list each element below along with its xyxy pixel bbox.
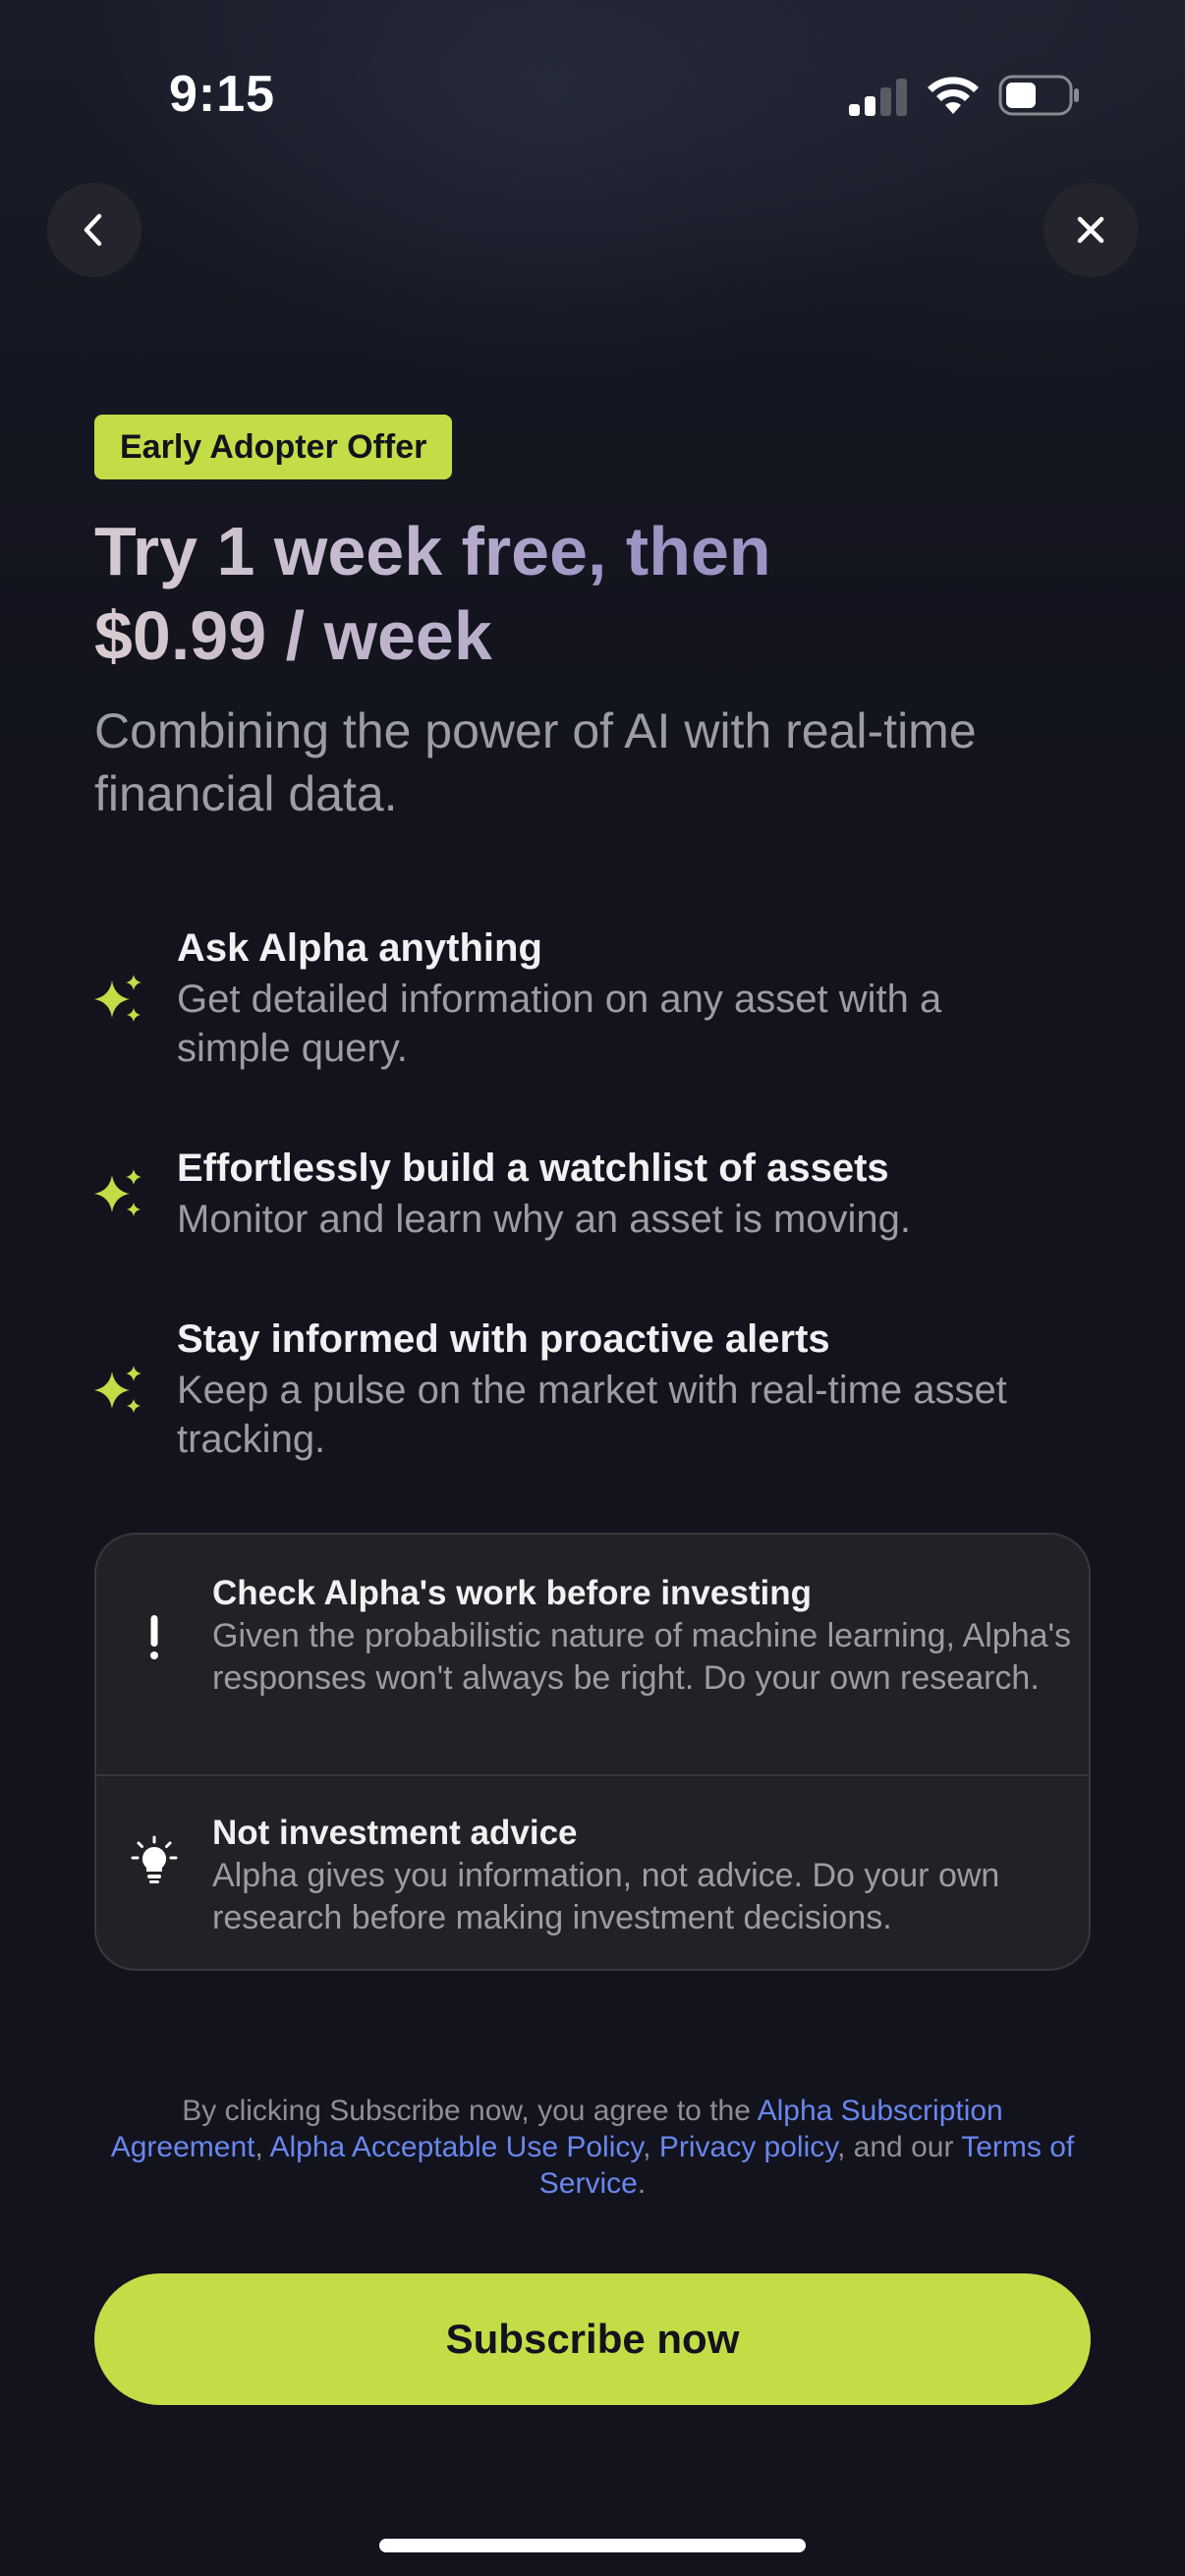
notice-title: Check Alpha's work before investing bbox=[212, 1574, 812, 1612]
status-bar: 9:15 bbox=[0, 0, 1185, 187]
feature-title: Effortlessly build a watchlist of assets bbox=[177, 1147, 889, 1190]
offer-subheadline: Combining the power of AI with real-time… bbox=[94, 703, 977, 821]
feature-description: Get detailed information on any asset wi… bbox=[177, 978, 942, 1070]
acceptable-use-policy-link[interactable]: Alpha Acceptable Use Policy bbox=[270, 2131, 644, 2163]
privacy-policy-link[interactable]: Privacy policy bbox=[659, 2131, 837, 2163]
offer-headline: Try 1 week free, then $0.99 / week bbox=[94, 509, 1077, 678]
headline-line-1: Try 1 week free, then bbox=[94, 513, 771, 589]
legal-suffix: . bbox=[637, 2167, 647, 2200]
feature-description: Keep a pulse on the market with real-tim… bbox=[177, 1369, 1007, 1461]
exclamation-icon bbox=[150, 1615, 158, 1659]
legal-prefix: By clicking Subscribe now, you agree to … bbox=[182, 2095, 758, 2127]
feature-description: Monitor and learn why an asset is moving… bbox=[177, 1198, 912, 1241]
legal-text: By clicking Subscribe now, you agree to … bbox=[108, 2093, 1077, 2202]
legal-separator: , and our bbox=[837, 2131, 962, 2163]
sparkles-icon bbox=[94, 975, 141, 1022]
cellular-signal-icon bbox=[849, 79, 907, 116]
legal-separator: , bbox=[254, 2131, 270, 2163]
feature-title: Ask Alpha anything bbox=[177, 926, 542, 970]
early-adopter-badge: Early Adopter Offer bbox=[94, 415, 453, 479]
home-indicator bbox=[379, 2539, 806, 2552]
disclaimer-card: Check Alpha's work before investing Give… bbox=[94, 1533, 1091, 1971]
feature-title: Stay informed with proactive alerts bbox=[177, 1317, 830, 1361]
notice-title: Not investment advice bbox=[212, 1814, 578, 1852]
subscription-screen: 9:15 Early Adopter Offer Try 1 week free… bbox=[0, 0, 1185, 2576]
divider bbox=[96, 1774, 1089, 1776]
subscribe-now-button[interactable]: Subscribe now bbox=[94, 2273, 1091, 2405]
status-time: 9:15 bbox=[169, 66, 276, 123]
back-button[interactable] bbox=[47, 183, 141, 277]
sparkles-icon bbox=[94, 1169, 141, 1216]
battery-icon bbox=[998, 75, 1079, 116]
wifi-icon bbox=[928, 77, 979, 114]
notice-description: Alpha gives you information, not advice.… bbox=[212, 1857, 1000, 1936]
close-icon bbox=[1077, 216, 1104, 244]
chevron-left-icon bbox=[84, 213, 102, 247]
legal-separator: , bbox=[643, 2131, 659, 2163]
notice-description: Given the probabilistic nature of machin… bbox=[212, 1617, 1072, 1697]
sparkles-icon bbox=[94, 1366, 141, 1413]
headline-line-2: $0.99 / week bbox=[94, 597, 492, 674]
lightbulb-icon bbox=[131, 1835, 178, 1883]
close-button[interactable] bbox=[1044, 183, 1138, 277]
